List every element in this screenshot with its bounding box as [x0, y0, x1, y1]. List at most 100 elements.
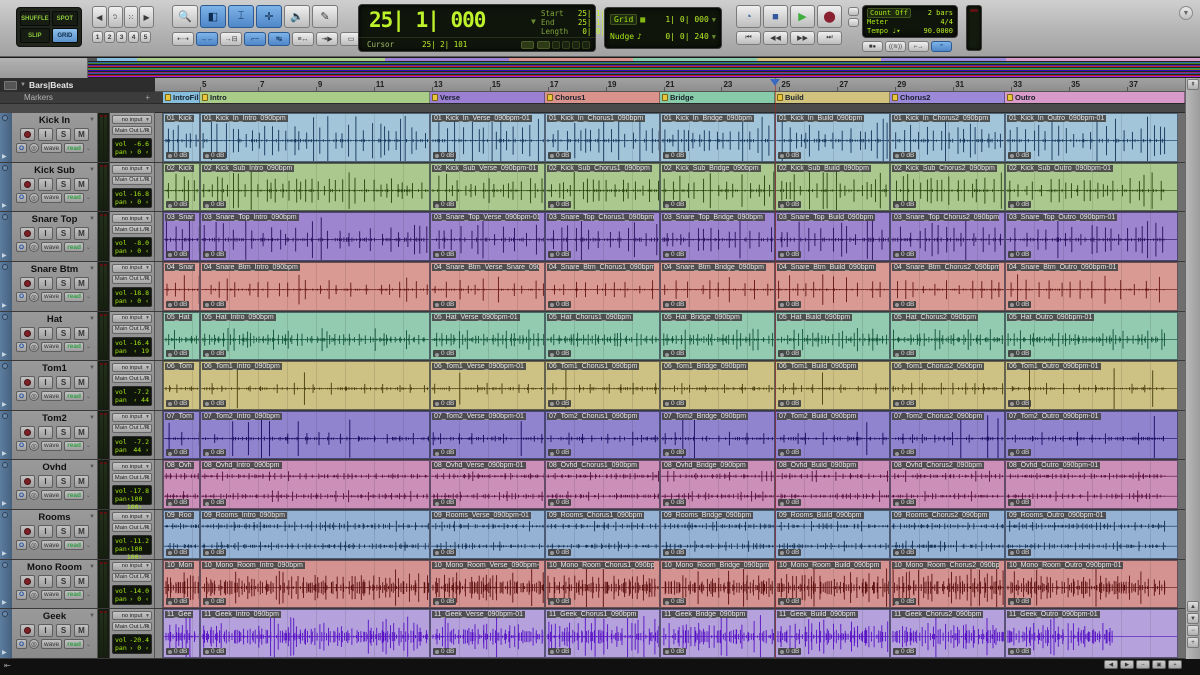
clip-gain-badge[interactable]: 0 dB — [778, 499, 802, 506]
audio-clip[interactable]: 06_Tom1_Verse_090bpm-01 0 dB — [430, 361, 545, 410]
track-name-dropdown-icon[interactable]: ▼ — [89, 313, 95, 326]
track-state-icon[interactable] — [2, 363, 8, 370]
hzoom-in-icon[interactable]: + — [1168, 660, 1182, 669]
clip-gain-badge[interactable]: 0 dB — [893, 300, 917, 308]
audio-clip[interactable]: 09_Rooms_Intro_090bpm 0 dB — [200, 510, 430, 559]
selector-tool-icon[interactable]: ⌶ — [228, 5, 254, 28]
clip-gain-badge[interactable]: 0 dB — [203, 201, 227, 209]
timebase-icon[interactable]: ⌄ — [86, 542, 91, 549]
track-color-strip[interactable]: ▶ — [0, 361, 12, 410]
clip-gain-badge[interactable]: 0 dB — [778, 449, 802, 457]
clip-gain-badge[interactable]: 0 dB — [1008, 300, 1032, 308]
audio-clip[interactable]: 04_Snare_Btm_Build_090bpm 0 dB — [775, 261, 890, 311]
track-state-icon[interactable] — [2, 164, 8, 171]
playlist-arrow-icon[interactable]: ▶ — [2, 599, 7, 606]
mute-button[interactable]: M — [74, 276, 89, 290]
track-color-strip[interactable]: ▶ — [0, 559, 12, 609]
track-state-icon[interactable] — [2, 313, 8, 320]
track-clips-lane[interactable]: 01_Kick 0 dB 01_Kick_In_Intro_090bpm 0 dB 01… — [155, 113, 1185, 162]
audio-clip[interactable]: 08_Ovhd_Chorus1_090bpm 0 dB — [545, 460, 660, 509]
elastic-audio-icon[interactable]: ◎ — [29, 589, 39, 600]
vol-pan-display[interactable]: vol -11.2 pan ‹100 100› — [112, 535, 152, 561]
object-button[interactable]: O — [16, 143, 27, 153]
nudge-dropdown-icon[interactable]: ▼ — [712, 33, 716, 41]
record-enable-button[interactable] — [20, 475, 35, 489]
audio-clip[interactable]: 11_Geek_Intro_090bpm 0 dB — [200, 609, 430, 658]
mute-button[interactable]: M — [74, 177, 89, 191]
bars-beats-ruler[interactable]: 579111315171921232527293133353739 — [155, 78, 1196, 92]
audio-clip[interactable]: 07_Tom2_Bridge_090bpm 0 dB — [660, 410, 775, 460]
nudge-label[interactable]: Nudge — [610, 32, 634, 41]
clip-gain-badge[interactable]: 0 dB — [166, 201, 190, 209]
automation-mode-button[interactable]: read — [64, 440, 84, 451]
audio-clip[interactable]: 11_Geek_Build_090bpm 0 dB — [775, 609, 890, 658]
quickpunch-icon[interactable] — [572, 40, 580, 49]
solo-button[interactable]: S — [56, 425, 71, 439]
vol-pan-display[interactable]: vol -8.0 pan › 0 ‹ — [112, 237, 152, 258]
input-monitor-button[interactable]: I — [38, 227, 53, 241]
playlist-arrow-icon[interactable]: ▶ — [2, 202, 7, 209]
audio-clip[interactable]: 03_Snare_Top_Build_090bpm 0 dB — [775, 212, 890, 261]
audio-clip[interactable]: 01_Kick_In_Outro_090bpm-01 0 dB — [1005, 113, 1178, 162]
audio-clip[interactable]: 02_Kick_Sub_Build_090bpm 0 dB — [775, 162, 890, 212]
track-clips-lane[interactable]: 02_Kick 0 dB 02_Kick_Sub_Intro_090bpm 0 dB 0… — [155, 162, 1185, 212]
clip-gain-badge[interactable]: 0 dB — [893, 548, 917, 556]
input-monitor-button[interactable]: I — [38, 276, 53, 290]
clip-gain-badge[interactable]: 0 dB — [548, 548, 572, 556]
audio-clip[interactable]: 04_Snare_Btm_Outro_090bpm-01 0 dB — [1005, 261, 1178, 311]
audio-clip[interactable]: 09_Rooms_Build_090bpm 0 dB — [775, 510, 890, 559]
audio-clip[interactable]: 07_Tom2_Chorus1_090bpm 0 dB — [545, 410, 660, 460]
vol-pan-display[interactable]: vol -7.2 pan 44 › — [112, 435, 152, 456]
audio-clip[interactable]: 08_Ovhd_Outro_090bpm-01 0 dB — [1005, 460, 1178, 509]
input-selector[interactable]: no input ▼ — [112, 611, 152, 621]
audio-clip[interactable]: 09_Roo 0 dB — [163, 510, 200, 559]
clip-gain-badge[interactable]: 0 dB — [893, 250, 917, 258]
timebase-icon[interactable]: ⌄ — [86, 293, 91, 300]
timebase-icon[interactable]: ⌄ — [86, 641, 91, 648]
mute-button[interactable]: M — [74, 475, 89, 489]
automation-mode-button[interactable]: read — [64, 341, 84, 352]
zoomer-tool-icon[interactable]: 🔍 — [172, 5, 198, 28]
clip-gain-badge[interactable]: 0 dB — [203, 350, 227, 358]
edit-mode-slip[interactable]: SLIP — [20, 28, 50, 43]
mute-button[interactable]: M — [74, 624, 89, 638]
audio-clip[interactable]: 08_Ovhd_Verse_090bpm-01 0 dB — [430, 460, 545, 509]
main-counter-display[interactable]: 25| 1| 000 — [369, 8, 486, 32]
track-name-dropdown-icon[interactable]: ▼ — [89, 561, 95, 574]
input-selector[interactable]: no input ▼ — [112, 263, 152, 273]
hscroll-right-icon[interactable]: ▶ — [1120, 660, 1134, 669]
audio-clip[interactable]: 11_Gee 0 dB — [163, 609, 200, 658]
audio-clip[interactable]: 11_Geek_Chorus2_090bpm 0 dB — [890, 609, 1005, 658]
audio-clip[interactable]: 08_Ovhd_Build_090bpm 0 dB — [775, 460, 890, 509]
zoom-preset-2[interactable]: 2 — [104, 31, 115, 43]
clip-gain-badge[interactable]: 0 dB — [663, 350, 687, 358]
scroll-down-icon[interactable]: ▼ — [1187, 613, 1199, 624]
clip-gain-badge[interactable]: 0 dB — [548, 300, 572, 308]
output-selector[interactable]: Main Out L/R ⇅ — [112, 572, 152, 582]
track-color-strip[interactable]: ▶ — [0, 311, 12, 361]
output-selector[interactable]: Main Out L/R ⇅ — [112, 473, 152, 483]
clip-gain-badge[interactable]: 0 dB — [663, 548, 687, 556]
clip-gain-badge[interactable]: 0 dB — [203, 449, 227, 457]
zoom-preset-4[interactable]: 4 — [128, 31, 139, 43]
audio-clip[interactable]: 09_Rooms_Outro_090bpm-01 0 dB — [1005, 510, 1178, 559]
input-selector[interactable]: no input ▼ — [112, 561, 152, 571]
audio-clip[interactable]: 06_Tom1_Build_090bpm 0 dB — [775, 361, 890, 410]
output-selector[interactable]: Main Out L/R ⇅ — [112, 423, 152, 433]
transport-expand-button[interactable] — [848, 7, 859, 16]
clip-gain-badge[interactable]: 0 dB — [778, 250, 802, 258]
clip-gain-badge[interactable]: 0 dB — [166, 499, 190, 506]
clip-gain-badge[interactable]: 0 dB — [1008, 647, 1032, 655]
clip-gain-badge[interactable]: 0 dB — [166, 647, 190, 655]
mute-button[interactable]: M — [74, 326, 89, 340]
clip-gain-badge[interactable]: 0 dB — [166, 300, 190, 308]
nudge-value[interactable]: 0| 0| 240 — [642, 32, 708, 41]
clip-gain-badge[interactable]: 0 dB — [203, 250, 227, 258]
track-view-selector[interactable]: wave — [41, 391, 63, 402]
edit-mode-spot[interactable]: SPOT — [51, 11, 78, 26]
clip-gain-badge[interactable]: 0 dB — [778, 598, 802, 606]
object-button[interactable]: O — [16, 639, 27, 650]
bars-beats-ruler-header[interactable]: ▼ Bars|Beats — [0, 78, 155, 92]
output-selector[interactable]: Main Out L/R ⇅ — [112, 274, 152, 284]
record-enable-button[interactable] — [20, 425, 35, 439]
